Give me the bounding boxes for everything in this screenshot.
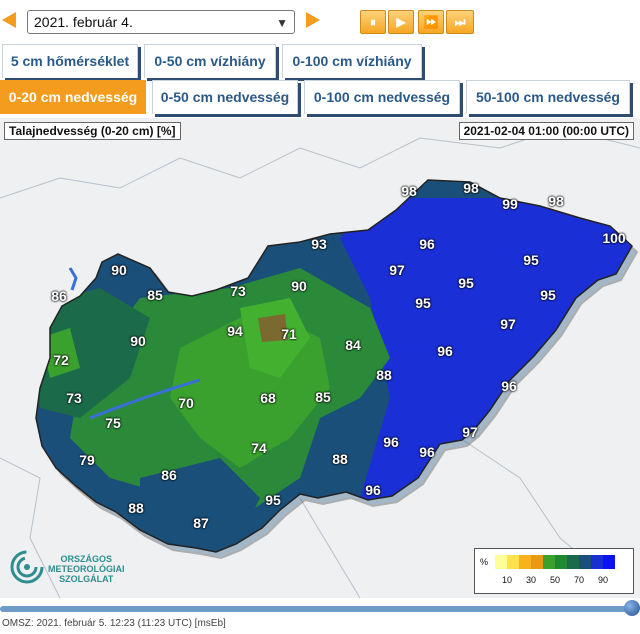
legend-swatch <box>603 555 615 569</box>
legend-tick: 90 <box>597 575 609 585</box>
omsz-logo-swirl-icon <box>10 550 44 584</box>
station-value: 86 <box>51 288 67 304</box>
station-value: 68 <box>260 390 276 406</box>
station-value: 72 <box>53 352 69 368</box>
toolbar: 2021. február 4. ▼ ⏸ ▶ ⏩ ⏭ <box>0 0 640 42</box>
time-slider-knob[interactable] <box>624 600 640 616</box>
logo-line-2: METEOROLÓGIAI <box>48 564 125 574</box>
pause-button[interactable]: ⏸ <box>360 10 386 34</box>
soil-moisture-map[interactable]: Talajnedvesség (0-20 cm) [%] 2021-02-04 … <box>0 118 640 598</box>
station-value: 90 <box>111 262 127 278</box>
tabs-row-bottom: 0-20 cm nedvesség 0-50 cm nedvesség 0-10… <box>0 80 640 114</box>
date-select-value: 2021. február 4. <box>34 14 133 30</box>
tab-water-deficit-0-100[interactable]: 0-100 cm vízhiány <box>282 44 422 78</box>
date-select[interactable]: 2021. február 4. ▼ <box>27 10 295 34</box>
station-value: 98 <box>548 193 564 209</box>
station-value: 94 <box>227 323 243 339</box>
station-value: 96 <box>419 236 435 252</box>
hungary-map-svg <box>0 118 640 598</box>
station-value: 97 <box>462 424 478 440</box>
station-value: 85 <box>315 389 331 405</box>
station-value: 96 <box>383 434 399 450</box>
legend-unit: % <box>480 557 489 567</box>
station-value: 90 <box>130 333 146 349</box>
station-value: 96 <box>365 482 381 498</box>
station-value: 70 <box>178 395 194 411</box>
previous-day-arrow-icon[interactable] <box>2 12 16 28</box>
omsz-logo-text: ORSZÁGOS METEOROLÓGIAI SZOLGÁLAT <box>48 554 125 584</box>
logo-line-1: ORSZÁGOS <box>60 554 112 564</box>
time-slider[interactable] <box>0 600 640 616</box>
station-value: 95 <box>458 275 474 291</box>
station-value: 98 <box>401 183 417 199</box>
tab-water-deficit-0-50[interactable]: 0-50 cm vízhiány <box>144 44 276 78</box>
station-value: 100 <box>602 230 626 246</box>
station-value: 96 <box>437 343 453 359</box>
station-value: 71 <box>281 326 297 342</box>
legend-swatch <box>567 555 579 569</box>
station-value: 93 <box>311 236 327 252</box>
legend-swatch <box>495 555 507 569</box>
station-value: 95 <box>540 287 556 303</box>
station-value: 88 <box>332 451 348 467</box>
tab-moisture-0-100[interactable]: 0-100 cm nedvesség <box>304 80 460 114</box>
legend-swatch <box>507 555 519 569</box>
tab-moisture-0-50[interactable]: 0-50 cm nedvesség <box>152 80 298 114</box>
legend-tick: 10 <box>501 575 513 585</box>
station-value: 79 <box>79 452 95 468</box>
next-day-arrow-icon[interactable] <box>306 12 320 28</box>
legend-swatch <box>531 555 543 569</box>
skip-to-end-button[interactable]: ⏭ <box>446 10 474 34</box>
station-value: 75 <box>105 415 121 431</box>
legend-swatch <box>519 555 531 569</box>
time-slider-track[interactable] <box>0 606 630 612</box>
omsz-logo: ORSZÁGOS METEOROLÓGIAI SZOLGÁLAT <box>10 550 140 590</box>
legend-tick: 50 <box>549 575 561 585</box>
footer-credit: OMSZ: 2021. február 5. 12:23 (11:23 UTC)… <box>2 618 226 629</box>
station-value: 97 <box>389 262 405 278</box>
station-value: 95 <box>415 295 431 311</box>
tab-soil-temperature-5cm[interactable]: 5 cm hőmérséklet <box>2 44 138 78</box>
station-value: 73 <box>66 390 82 406</box>
color-legend: % 10 30 50 70 90 <box>474 548 634 594</box>
legend-swatch <box>591 555 603 569</box>
station-value: 84 <box>345 337 361 353</box>
chevron-down-icon: ▼ <box>276 16 288 30</box>
legend-swatch <box>555 555 567 569</box>
map-timestamp: 2021-02-04 01:00 (00:00 UTC) <box>458 122 634 140</box>
station-value: 97 <box>500 316 516 332</box>
legend-tick: 30 <box>525 575 537 585</box>
tabs-row-top: 5 cm hőmérséklet 0-50 cm vízhiány 0-100 … <box>0 44 640 78</box>
station-value: 96 <box>419 444 435 460</box>
station-value: 87 <box>193 515 209 531</box>
station-value: 86 <box>161 467 177 483</box>
legend-swatch <box>579 555 591 569</box>
fast-forward-button[interactable]: ⏩ <box>418 10 444 34</box>
tab-moisture-0-20[interactable]: 0-20 cm nedvesség <box>0 80 146 114</box>
station-value: 85 <box>147 287 163 303</box>
station-value: 95 <box>265 492 281 508</box>
tab-moisture-50-100[interactable]: 50-100 cm nedvesség <box>466 80 630 114</box>
station-value: 73 <box>230 283 246 299</box>
station-value: 98 <box>463 180 479 196</box>
station-value: 96 <box>501 378 517 394</box>
station-value: 74 <box>251 440 267 456</box>
logo-line-3: SZOLGÁLAT <box>59 574 114 584</box>
station-value: 95 <box>523 252 539 268</box>
station-value: 90 <box>291 278 307 294</box>
legend-swatch <box>543 555 555 569</box>
station-value: 88 <box>376 367 392 383</box>
map-title: Talajnedvesség (0-20 cm) [%] <box>4 122 181 140</box>
legend-tick: 70 <box>573 575 585 585</box>
play-button[interactable]: ▶ <box>388 10 414 34</box>
station-value: 88 <box>128 500 144 516</box>
station-value: 99 <box>502 196 518 212</box>
